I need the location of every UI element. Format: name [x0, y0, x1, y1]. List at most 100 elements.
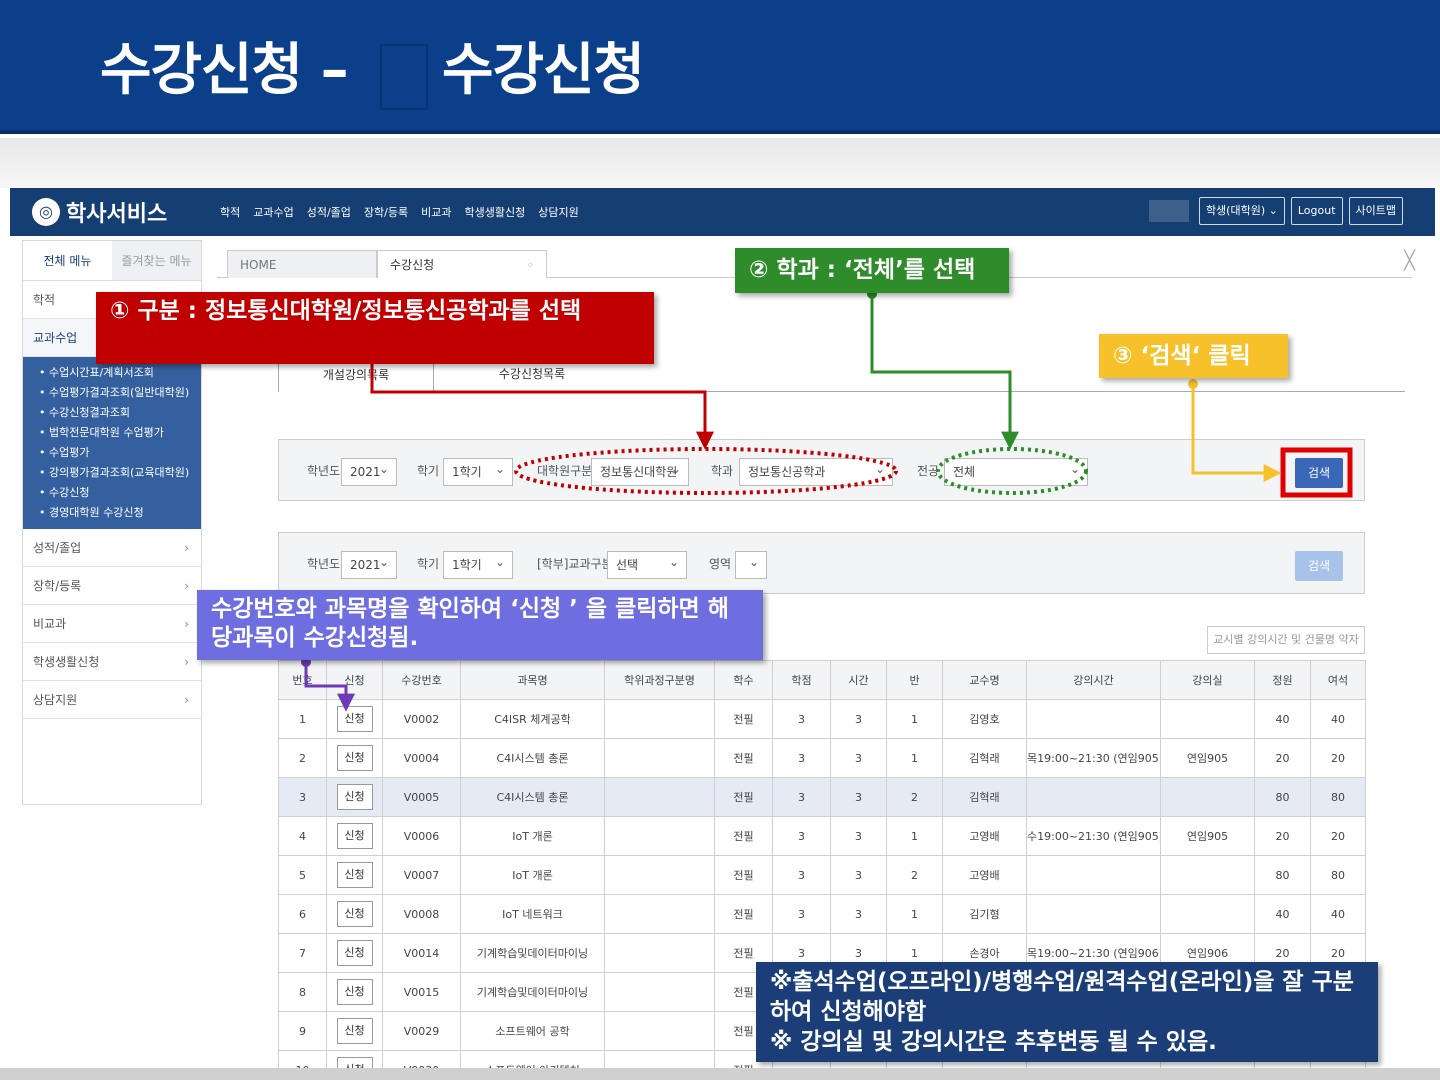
table-cell: 40	[1310, 699, 1366, 739]
tab-favorite-menu[interactable]: 즐겨찾는 메뉴	[112, 241, 201, 280]
row-number: 5	[278, 855, 327, 895]
table-cell	[604, 972, 715, 1012]
apply-button[interactable]: 신청	[336, 706, 373, 732]
apply-button[interactable]: 신청	[336, 1018, 373, 1044]
submenu-item[interactable]: 수업시간표/계획서조회	[23, 363, 201, 383]
table-cell	[604, 777, 715, 817]
table-cell: 1	[886, 894, 943, 934]
table-cell: 전필	[714, 855, 773, 895]
sidebar-item-grades[interactable]: 성적/졸업 ›	[23, 529, 201, 567]
sitemap-button[interactable]: 사이트맵	[1348, 197, 1403, 225]
year-label: 학년도	[307, 464, 341, 478]
table-cell	[1160, 894, 1255, 934]
table-cell: 1	[886, 738, 943, 778]
chevron-right-icon: ›	[184, 541, 189, 555]
dept-select[interactable]: 정보통신공학과	[739, 456, 893, 486]
table-cell: 80	[1254, 777, 1311, 817]
nav-item-course[interactable]: 교과수업	[253, 204, 293, 220]
major-label: 전공	[917, 464, 940, 478]
room-abbrev-button[interactable]: 교시별 강의시간 및 건물명 약자	[1207, 626, 1365, 654]
apply-button[interactable]: 신청	[336, 979, 373, 1005]
nav-item-scholarship[interactable]: 장학/등록	[364, 204, 408, 220]
callout-step3: ③ ‘검색‘ 클릭	[1099, 334, 1288, 378]
title-blank-box	[380, 44, 428, 110]
nav-item-grades[interactable]: 성적/졸업	[307, 204, 351, 220]
table-cell: 80	[1310, 855, 1366, 895]
sidebar-item-counseling[interactable]: 상담지원 ›	[23, 681, 201, 719]
table-cell	[604, 699, 715, 739]
column-header: 번호	[278, 660, 327, 700]
category-select[interactable]: 선택	[607, 549, 687, 579]
apply-button[interactable]: 신청	[336, 1057, 373, 1068]
table-cell	[604, 738, 715, 778]
apply-button[interactable]: 신청	[336, 862, 373, 888]
nav-item-counseling[interactable]: 상담지원	[538, 204, 578, 220]
callout-apply: 수강번호와 과목명을 확인하여 ‘신청 ’ 을 클릭하면 해당과목이 수강신청됨…	[197, 590, 763, 660]
term-select[interactable]: 1학기	[443, 456, 513, 486]
tab-home[interactable]: HOME	[227, 250, 377, 278]
logout-button[interactable]: Logout	[1290, 197, 1343, 225]
table-cell: 3	[830, 738, 887, 778]
table-cell: 전필	[714, 894, 773, 934]
apply-cell: 신청	[326, 855, 383, 895]
submenu-item[interactable]: 법학전문대학원 수업평가	[23, 423, 201, 443]
table-cell: 20	[1254, 738, 1311, 778]
submenu-item[interactable]: 수강신청결과조회	[23, 403, 201, 423]
apply-button[interactable]: 신청	[336, 745, 373, 771]
column-header: 여석	[1310, 660, 1366, 700]
table-cell	[604, 855, 715, 895]
search-button[interactable]: 검색	[1295, 458, 1343, 488]
area-select[interactable]	[735, 549, 767, 579]
table-cell: 연임905	[1160, 738, 1255, 778]
slide-title-right: 수강신청	[442, 38, 645, 103]
table-row: 4 신청 V0006 IoT 개론 전필 3 3 1 고영배 수19:00~21:30 (연임90…	[278, 816, 1366, 856]
year-select[interactable]: 2021	[341, 456, 397, 486]
sidebar-item-student-life[interactable]: 학생생활신청 ›	[23, 643, 201, 681]
submenu-item[interactable]: 수업평가	[23, 443, 201, 463]
table-cell	[604, 1011, 715, 1051]
table-cell: 김영호	[942, 699, 1027, 739]
apply-button[interactable]: 신청	[336, 901, 373, 927]
notice-line1: ※출석수업(오프라인)/병행수업/원격수업(온라인)을 잘 구분하여 신청해야함	[770, 969, 1354, 1025]
row-number: 2	[278, 738, 327, 778]
column-header: 학점	[772, 660, 831, 700]
table-cell: 80	[1310, 777, 1366, 817]
apply-button[interactable]: 신청	[336, 940, 373, 966]
sidebar-item-extracurricular[interactable]: 비교과 ›	[23, 605, 201, 643]
table-cell: 1	[886, 816, 943, 856]
submenu-item[interactable]: 경영대학원 수강신청	[23, 503, 201, 523]
grad-school-select[interactable]: 정보통신대학원	[591, 456, 689, 486]
nav-item-extracurricular[interactable]: 비교과	[421, 204, 451, 220]
submenu-item-enrollment[interactable]: 수강신청	[23, 483, 201, 503]
major-select[interactable]: 전체	[944, 456, 1088, 486]
term-select[interactable]: 1학기	[443, 549, 513, 579]
nav-item-student-life[interactable]: 학생생활신청	[464, 204, 525, 220]
sidebar-item-label: 비교과	[33, 617, 67, 631]
year-select[interactable]: 2021	[341, 549, 397, 579]
tab-close-icon[interactable]: ◦	[527, 251, 534, 279]
apply-button[interactable]: 신청	[336, 784, 373, 810]
submenu-item[interactable]: 수업평가결과조회(일반대학원)	[23, 383, 201, 403]
slide-title-left: 수강신청 –	[100, 38, 349, 103]
sidebar-tabs: 전체 메뉴 즐겨찾는 메뉴	[23, 241, 201, 281]
table-cell	[604, 1050, 715, 1068]
column-header: 학수	[714, 660, 773, 700]
table-cell	[604, 816, 715, 856]
top-bar-right: 학생(대학원) ⌄ Logout 사이트맵	[1148, 197, 1409, 225]
tab-all-menu[interactable]: 전체 메뉴	[23, 241, 112, 280]
sidebar-item-scholarship[interactable]: 장학/등록 ›	[23, 567, 201, 605]
tab-enrollment[interactable]: 수강신청 ◦	[377, 250, 547, 278]
table-cell: 3	[830, 855, 887, 895]
submenu-item[interactable]: 강의평가결과조회(교육대학원)	[23, 463, 201, 483]
table-cell: 김혁래	[942, 777, 1027, 817]
apply-button[interactable]: 신청	[336, 823, 373, 849]
table-cell: 3	[772, 777, 831, 817]
sidebar-item-label: 학적	[33, 293, 56, 307]
nav-item-academic[interactable]: 학적	[220, 204, 240, 220]
column-header: 시간	[830, 660, 887, 700]
logo[interactable]: ◎ 학사서비스	[32, 196, 167, 228]
close-icon[interactable]: ╳	[1404, 250, 1415, 271]
search-button-disabled[interactable]: 검색	[1295, 551, 1343, 581]
table-cell: V0007	[382, 855, 461, 895]
role-select[interactable]: 학생(대학원) ⌄	[1198, 197, 1285, 225]
